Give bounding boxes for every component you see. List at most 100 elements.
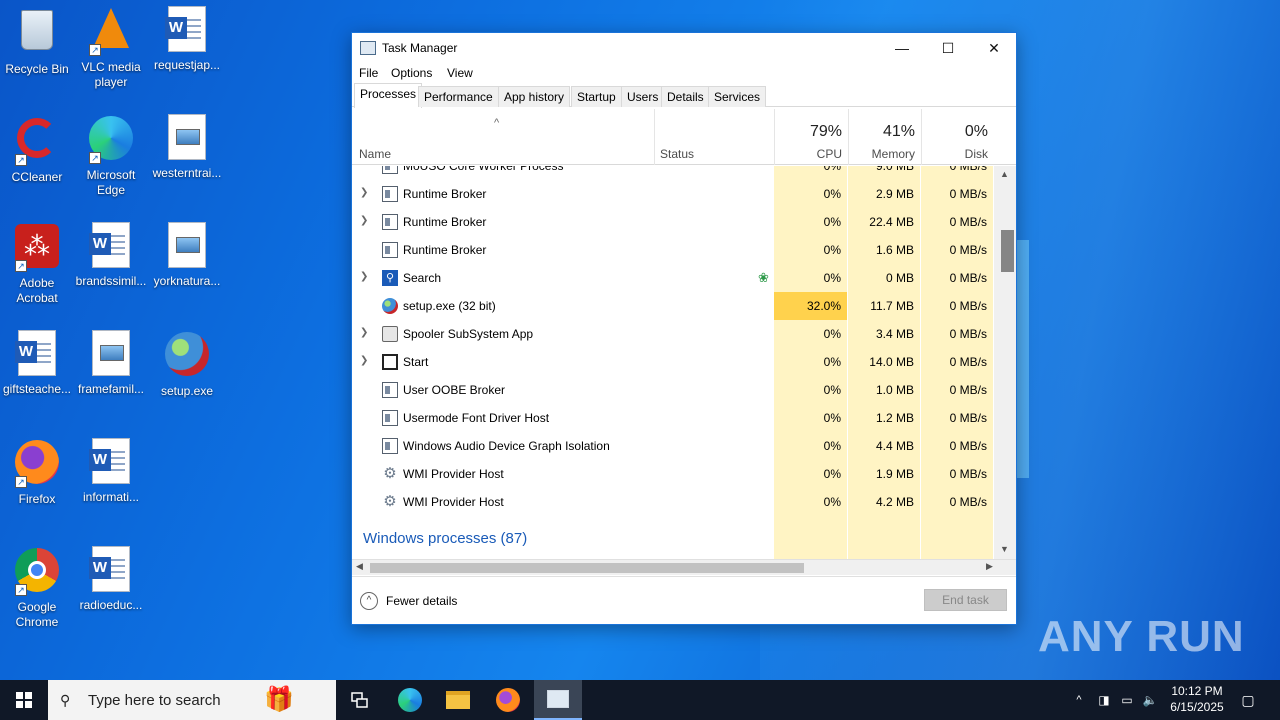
- desktop-icon-giftsteache-doc[interactable]: Wgiftsteache...: [0, 330, 74, 397]
- desktop-icon-brandssimil-doc[interactable]: Wbrandssimil...: [74, 222, 148, 289]
- process-row[interactable]: ❯ ⚲ Search ❀ 0% 0 MB 0 MB/s: [352, 264, 994, 292]
- notifications-icon[interactable]: ▢: [1236, 680, 1260, 720]
- scroll-right-icon[interactable]: ▶: [986, 561, 993, 572]
- desktop-icon-yorknatura-image[interactable]: yorknatura...: [150, 222, 224, 289]
- disk-cell: 0 MB/s: [921, 292, 993, 320]
- desktop-icon-adobe-acrobat[interactable]: ⁂ ↗ Adobe Acrobat: [0, 222, 74, 306]
- desktop-icon-google-chrome[interactable]: ↗ Google Chrome: [0, 546, 74, 630]
- search-highlight-gift-icon: 🎁: [264, 686, 294, 713]
- horizontal-scroll-thumb[interactable]: [370, 563, 804, 573]
- menu-file[interactable]: File: [359, 66, 378, 80]
- taskbar-firefox[interactable]: [486, 680, 530, 720]
- title-bar[interactable]: Task Manager — ☐ ✕: [352, 33, 1016, 63]
- start-button[interactable]: [0, 680, 48, 720]
- vertical-scrollbar[interactable]: ▲ ▼: [994, 166, 1016, 559]
- expand-chevron-icon[interactable]: ❯: [360, 187, 368, 198]
- process-row[interactable]: setup.exe (32 bit) 32.0% 11.7 MB 0 MB/s: [352, 292, 994, 320]
- end-task-button[interactable]: End task: [924, 589, 1007, 611]
- desktop-icon-requestjap-doc[interactable]: Wrequestjap...: [150, 6, 224, 73]
- desktop-icon-setup-exe[interactable]: setup.exe: [150, 330, 224, 399]
- task-view-icon: [351, 692, 368, 708]
- process-row[interactable]: User OOBE Broker 0% 1.0 MB 0 MB/s: [352, 376, 994, 404]
- shortcut-arrow-icon: ↗: [15, 154, 27, 166]
- expand-chevron-icon[interactable]: ❯: [360, 327, 368, 338]
- column-cpu[interactable]: 79% CPU: [774, 109, 848, 165]
- image-file-icon: [87, 330, 135, 378]
- chevron-up-icon[interactable]: ^: [360, 592, 378, 610]
- process-row[interactable]: ❯ Runtime Broker 0% 22.4 MB 0 MB/s: [352, 208, 994, 236]
- tab-performance[interactable]: Performance: [418, 86, 499, 107]
- desktop-icon-label: framefamil...: [77, 382, 144, 396]
- process-row[interactable]: Windows Audio Device Graph Isolation 0% 4.…: [352, 432, 994, 460]
- desktop-icon-label: radioeduc...: [79, 598, 143, 612]
- section-windows-processes[interactable]: Windows processes (87): [363, 530, 527, 547]
- task-manager-window: Task Manager — ☐ ✕ File Options View Pro…: [351, 32, 1017, 625]
- edge-icon: [398, 688, 422, 712]
- tray-chevron-icon[interactable]: ^: [1070, 680, 1088, 720]
- scroll-down-icon[interactable]: ▼: [1000, 544, 1009, 554]
- desktop-icon-framefamil-image[interactable]: framefamil...: [74, 330, 148, 397]
- expand-chevron-icon[interactable]: ❯: [360, 355, 368, 366]
- process-row[interactable]: ⚙ WMI Provider Host 0% 4.2 MB 0 MB/s: [352, 488, 994, 516]
- column-status[interactable]: Status: [654, 109, 774, 165]
- tab-startup[interactable]: Startup: [571, 86, 622, 107]
- folder-icon: [446, 691, 470, 709]
- desktop-icon-microsoft-edge[interactable]: ↗ Microsoft Edge: [74, 114, 148, 198]
- taskbar-edge[interactable]: [388, 680, 432, 720]
- tab-details[interactable]: Details: [661, 86, 710, 107]
- menu-view[interactable]: View: [447, 66, 473, 80]
- minimize-button[interactable]: —: [879, 33, 925, 63]
- close-button[interactable]: ✕: [971, 33, 1017, 63]
- app-window-icon: [382, 242, 398, 258]
- network-icon[interactable]: ▭: [1118, 680, 1136, 720]
- scroll-left-icon[interactable]: ◀: [356, 561, 363, 572]
- task-manager-icon: [547, 690, 569, 708]
- process-row[interactable]: ❯ Spooler SubSystem App 0% 3.4 MB 0 MB/s: [352, 320, 994, 348]
- vertical-scroll-thumb[interactable]: [1001, 230, 1014, 272]
- clock[interactable]: 10:12 PM 6/15/2025: [1164, 680, 1230, 720]
- desktop-icon-radioeduc-doc[interactable]: Wradioeduc...: [74, 546, 148, 613]
- desktop-icon-firefox[interactable]: ↗ Firefox: [0, 438, 74, 507]
- taskbar-file-explorer[interactable]: [436, 680, 480, 720]
- taskbar-search[interactable]: ⚲ Type here to search 🎁: [48, 680, 336, 720]
- expand-chevron-icon[interactable]: ❯: [360, 215, 368, 226]
- tab-users[interactable]: Users: [621, 86, 665, 107]
- volume-icon[interactable]: 🔈: [1141, 680, 1159, 720]
- column-disk[interactable]: 0% Disk: [921, 109, 994, 165]
- task-manager-icon: [360, 41, 376, 55]
- process-name: Runtime Broker: [403, 215, 487, 229]
- horizontal-scrollbar[interactable]: ◀ ▶: [352, 559, 1016, 575]
- desktop-icon-westerntrai-image[interactable]: westerntrai...: [150, 114, 224, 181]
- meet-now-icon[interactable]: ◨: [1095, 680, 1113, 720]
- desktop-icon-recycle-bin[interactable]: Recycle Bin: [0, 6, 74, 77]
- column-header: ^ Name Status 79% CPU 41% Memory 0% Disk: [352, 109, 1016, 165]
- disk-cell: 0 MB/s: [921, 488, 993, 516]
- desktop-icon-ccleaner[interactable]: ↗ CCleaner: [0, 114, 74, 185]
- maximize-button[interactable]: ☐: [925, 33, 971, 63]
- process-row[interactable]: Usermode Font Driver Host 0% 1.2 MB 0 MB/s: [352, 404, 994, 432]
- desktop-icon-vlc-media-player[interactable]: ↗ VLC media player: [74, 6, 148, 90]
- shortcut-arrow-icon: ↗: [15, 584, 27, 596]
- expand-chevron-icon[interactable]: ❯: [360, 271, 368, 282]
- taskbar-task-manager[interactable]: [534, 680, 582, 720]
- process-row[interactable]: Runtime Broker 0% 1.6 MB 0 MB/s: [352, 236, 994, 264]
- process-row[interactable]: ❯ Start 0% 14.0 MB 0 MB/s: [352, 348, 994, 376]
- process-name: Usermode Font Driver Host: [403, 411, 550, 425]
- process-row[interactable]: MoUSO Core Worker Process 0% 9.0 MB 0 MB/s: [352, 166, 994, 180]
- process-row[interactable]: ⚙ WMI Provider Host 0% 1.9 MB 0 MB/s: [352, 460, 994, 488]
- tab-app-history[interactable]: App history: [498, 86, 571, 107]
- cpu-cell: 32.0%: [774, 292, 847, 320]
- task-view-button[interactable]: [338, 680, 382, 720]
- search-icon: ⚲: [382, 270, 398, 286]
- column-name[interactable]: Name: [352, 109, 654, 165]
- search-placeholder: Type here to search: [88, 692, 221, 709]
- scroll-up-icon[interactable]: ▲: [1000, 169, 1009, 179]
- tab-processes[interactable]: Processes: [354, 83, 423, 108]
- menu-options[interactable]: Options: [391, 66, 432, 80]
- desktop-icon-informati-doc[interactable]: Winformati...: [74, 438, 148, 505]
- tab-services[interactable]: Services: [708, 86, 767, 107]
- column-memory[interactable]: 41% Memory: [848, 109, 921, 165]
- fewer-details-link[interactable]: Fewer details: [386, 594, 457, 608]
- process-row[interactable]: ❯ Runtime Broker 0% 2.9 MB 0 MB/s: [352, 180, 994, 208]
- disk-label: Disk: [964, 147, 988, 161]
